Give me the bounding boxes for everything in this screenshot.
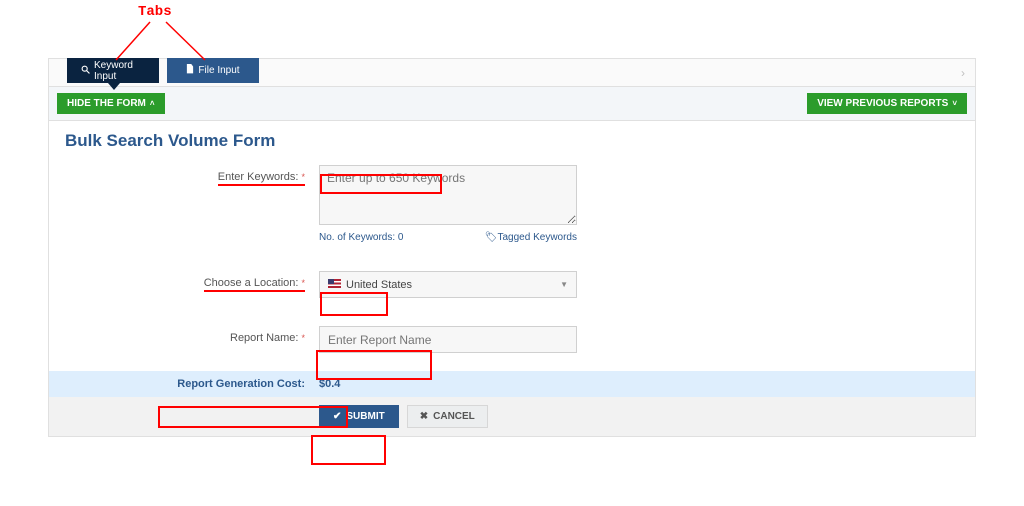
button-label: VIEW PREVIOUS REPORTS: [817, 98, 948, 109]
button-label: HIDE THE FORM: [67, 98, 146, 109]
row-keywords: Enter Keywords:* No. of Keywords: 0 🏷Tag…: [65, 165, 959, 243]
location-value: United States: [346, 279, 412, 291]
label-col: Enter Keywords:*: [65, 165, 319, 186]
search-icon: [81, 65, 90, 77]
cancel-button[interactable]: ✖ CANCEL: [407, 405, 488, 428]
caret-down-icon: ▼: [560, 280, 568, 289]
keywords-label: Enter Keywords:*: [218, 171, 305, 186]
chevron-down-icon: ˅: [952, 99, 957, 108]
button-label: CANCEL: [433, 411, 475, 422]
view-previous-reports-button[interactable]: VIEW PREVIOUS REPORTS ˅: [807, 93, 967, 114]
cost-label: Report Generation Cost:: [65, 378, 319, 390]
row-report-name: Report Name:*: [65, 326, 959, 353]
button-label: SUBMIT: [346, 411, 384, 422]
tabs-row: Keyword Input File Input ›: [49, 59, 975, 87]
keywords-textarea[interactable]: [319, 165, 577, 225]
app-shell: Keyword Input File Input › HIDE THE FORM…: [48, 58, 976, 437]
tab-keyword-input[interactable]: Keyword Input: [67, 58, 159, 83]
location-select[interactable]: United States ▼: [319, 271, 577, 298]
chevron-up-icon: ˄: [150, 99, 155, 108]
form-toolbar: HIDE THE FORM ˄ VIEW PREVIOUS REPORTS ˅: [49, 87, 975, 121]
control-col: United States ▼: [319, 271, 959, 298]
label-col: Choose a Location:*: [65, 271, 319, 292]
cost-bar: Report Generation Cost: $0.4: [49, 371, 975, 397]
hide-form-button[interactable]: HIDE THE FORM ˄: [57, 93, 165, 114]
row-location: Choose a Location:* United States ▼: [65, 271, 959, 298]
control-col: No. of Keywords: 0 🏷Tagged Keywords: [319, 165, 959, 243]
keywords-count: No. of Keywords: 0: [319, 232, 403, 243]
us-flag-icon: [328, 279, 341, 288]
tab-label: File Input: [198, 65, 239, 76]
annotation-tabs-label: Tabs: [138, 4, 172, 20]
tab-file-input[interactable]: File Input: [167, 58, 259, 83]
control-col: [319, 326, 959, 353]
check-icon: ✔: [333, 411, 341, 422]
tab-label: Keyword Input: [94, 60, 145, 82]
location-label: Choose a Location:*: [204, 277, 305, 292]
close-icon: ✖: [420, 411, 428, 422]
form-title: Bulk Search Volume Form: [49, 121, 975, 165]
file-icon: [186, 64, 194, 77]
label-col: Report Name:*: [65, 326, 319, 344]
form-body: Enter Keywords:* No. of Keywords: 0 🏷Tag…: [49, 165, 975, 353]
cost-value: $0.4: [319, 378, 340, 390]
chevron-right-icon[interactable]: ›: [961, 66, 965, 80]
highlight-submit: [311, 435, 386, 465]
tag-icon: 🏷: [485, 232, 498, 243]
report-name-label: Report Name:*: [230, 332, 305, 344]
active-tab-pointer: [108, 83, 120, 90]
report-name-input[interactable]: [319, 326, 577, 353]
submit-button[interactable]: ✔ SUBMIT: [319, 405, 399, 428]
actions-bar: ✔ SUBMIT ✖ CANCEL: [49, 397, 975, 436]
tagged-keywords-link[interactable]: 🏷Tagged Keywords: [485, 232, 577, 243]
